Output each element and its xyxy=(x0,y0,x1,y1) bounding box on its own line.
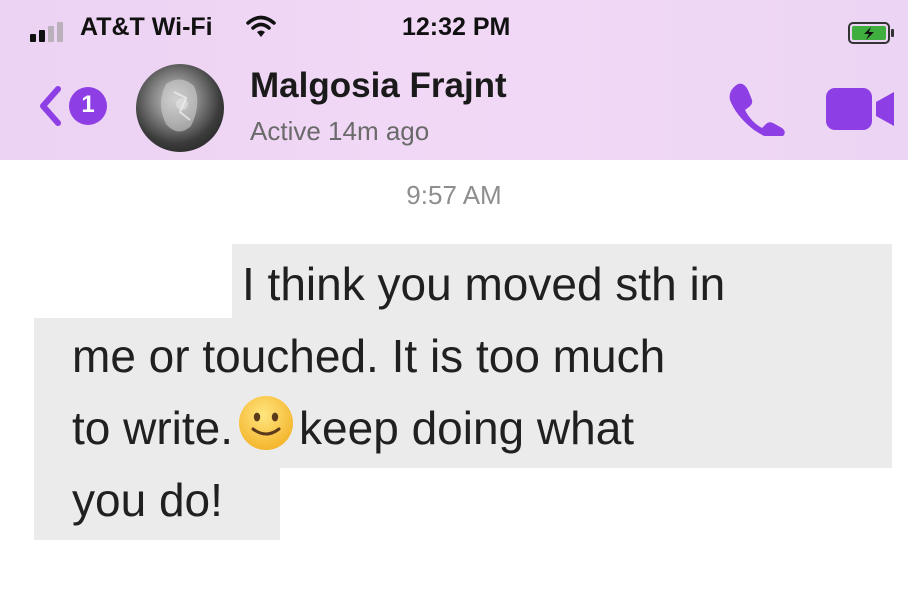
battery-charging-icon xyxy=(848,22,894,44)
wifi-icon xyxy=(246,15,276,37)
back-button[interactable]: 1 xyxy=(36,83,126,129)
slightly-smiling-face-emoji-icon xyxy=(239,396,294,450)
cellular-signal-icon xyxy=(30,22,63,42)
message-line-3-start: to write. xyxy=(72,402,234,454)
status-time: 12:32 PM xyxy=(402,13,511,41)
chat-header: AT&T Wi-Fi 12:32 PM 1 Malgosia Frajnt Ac… xyxy=(0,0,908,160)
message-timestamp: 9:57 AM xyxy=(406,180,502,210)
message-line-4: you do! xyxy=(72,474,223,526)
message-line-3: to write. keep doing what xyxy=(72,392,892,464)
unread-badge: 1 xyxy=(81,91,95,118)
message-line-1: I think you moved sth in xyxy=(242,258,726,310)
chevron-left-icon xyxy=(40,86,61,126)
active-status: Active 14m ago xyxy=(250,116,430,146)
carrier-label: AT&T Wi-Fi xyxy=(80,13,213,41)
phone-call-icon[interactable] xyxy=(724,80,788,136)
message-text[interactable]: I think you moved sth in me or touched. … xyxy=(72,248,892,536)
status-bar: AT&T Wi-Fi 12:32 PM xyxy=(0,0,908,60)
video-call-icon[interactable] xyxy=(822,86,898,132)
message-line-2: me or touched. It is too much xyxy=(72,330,666,382)
contact-name[interactable]: Malgosia Frajnt xyxy=(250,66,507,106)
message-line-3-end: keep doing what xyxy=(299,402,635,454)
avatar[interactable] xyxy=(136,64,224,152)
